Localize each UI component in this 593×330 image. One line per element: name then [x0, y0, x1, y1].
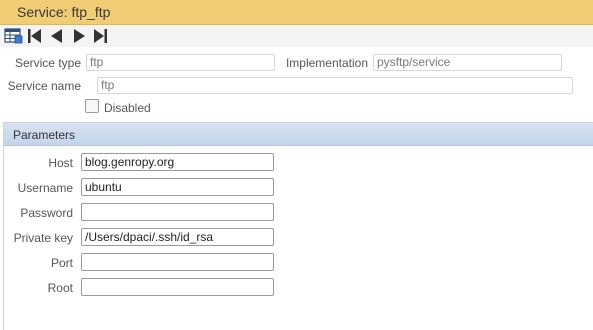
window-title-bar: Service: ftp_ftp: [0, 0, 593, 25]
last-record-icon[interactable]: [92, 27, 109, 45]
parameters-panel: Parameters Host Username Password Privat…: [3, 122, 593, 330]
parameters-title: Parameters: [13, 128, 76, 142]
previous-record-icon[interactable]: [48, 27, 65, 45]
parameters-form: Host Username Password Private key Port …: [4, 146, 593, 330]
port-input[interactable]: [81, 253, 274, 271]
service-name-field: ftp: [97, 77, 573, 94]
parameters-header: Parameters: [4, 123, 593, 146]
window-title: Service: ftp_ftp: [17, 4, 111, 20]
root-label: Root: [47, 281, 73, 295]
private-key-input[interactable]: [81, 228, 274, 246]
disabled-checkbox[interactable]: [85, 99, 99, 113]
root-input[interactable]: [81, 278, 274, 296]
private-key-label: Private key: [13, 231, 73, 245]
service-name-label: Service name: [7, 79, 81, 93]
first-record-icon[interactable]: [26, 27, 43, 45]
disabled-label: Disabled: [104, 101, 151, 115]
username-input[interactable]: [81, 178, 274, 196]
table-list-icon[interactable]: [4, 27, 23, 45]
password-label: Password: [20, 206, 73, 220]
host-label: Host: [48, 156, 73, 170]
implementation-label: Implementation: [285, 56, 368, 70]
next-record-icon[interactable]: [71, 27, 88, 45]
username-label: Username: [17, 181, 73, 195]
host-input[interactable]: [81, 153, 274, 171]
service-type-field: ftp: [86, 54, 275, 71]
record-navigation-toolbar: [0, 25, 593, 47]
implementation-field: pysftp/service: [373, 54, 562, 71]
service-type-label: Service type: [14, 56, 81, 70]
password-input[interactable]: [81, 203, 274, 221]
port-label: Port: [50, 256, 73, 270]
